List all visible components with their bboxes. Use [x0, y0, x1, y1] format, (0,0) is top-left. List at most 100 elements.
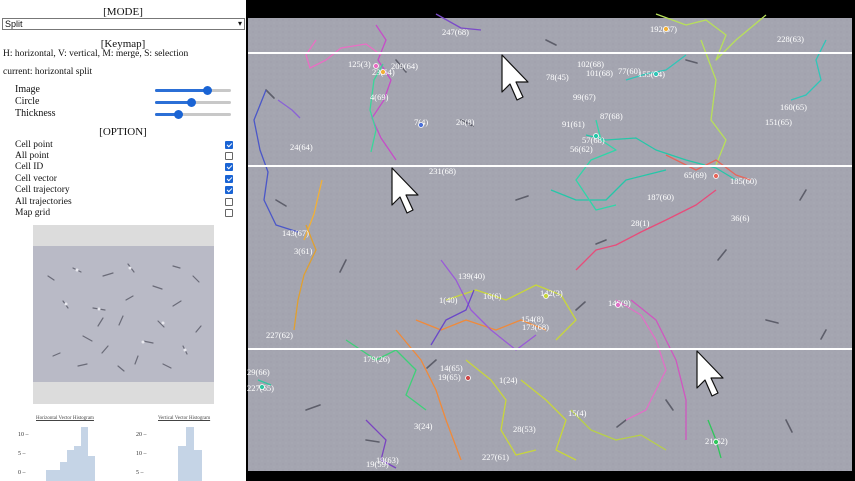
cell-id-label[interactable]: 179(26): [363, 354, 390, 364]
cell-point[interactable]: [653, 71, 659, 77]
cell-id-label[interactable]: 56(62): [570, 144, 593, 154]
slider-handle[interactable]: [202, 86, 212, 95]
cell-id-label[interactable]: 65(69): [684, 170, 707, 180]
cell-id-label[interactable]: 36(6): [731, 213, 750, 223]
cell-id-label[interactable]: 19(65): [438, 372, 461, 382]
cell-id-label[interactable]: 187(60): [647, 192, 674, 202]
cell-id-label[interactable]: 78(45): [546, 72, 569, 82]
cell-id-label[interactable]: 228(63): [777, 34, 804, 44]
mode-dropdown-value: Split: [5, 19, 23, 29]
cell-id-label[interactable]: 99(67): [573, 92, 596, 102]
microscopy-viewer[interactable]: 247(68) 192(67) 228(63) 125(3) 209(64) 2…: [246, 0, 855, 481]
h-hist-bar: [81, 427, 88, 481]
option-label: Cell vector: [15, 174, 57, 184]
cell-id-label[interactable]: 3(61): [294, 246, 313, 256]
option-checkbox[interactable]: [225, 141, 233, 149]
cell-id-label[interactable]: 91(61): [562, 119, 585, 129]
h-tick-label: 10 –: [18, 432, 30, 438]
slider-track[interactable]: [155, 110, 231, 119]
h-hist-bar: [67, 450, 74, 481]
slider-image: Image: [15, 84, 235, 96]
cell-id-label[interactable]: 209(64): [391, 61, 418, 71]
overview-image: [33, 246, 214, 382]
current-mode-text: current: horizontal split: [3, 67, 93, 77]
option-label: All point: [15, 151, 50, 161]
cell-id-label[interactable]: 143(67): [282, 228, 309, 238]
cell-point[interactable]: [543, 293, 549, 299]
cell-id-label[interactable]: 28(53): [513, 424, 536, 434]
cell-id-label[interactable]: 1(40): [439, 295, 458, 305]
cell-id-label[interactable]: 227(62): [266, 330, 293, 340]
cell-id-label[interactable]: 101(68): [586, 68, 613, 78]
cell-id-label[interactable]: 139(40): [458, 271, 485, 281]
v-hist-bar: [178, 446, 186, 481]
h-hist-bar: [60, 462, 67, 481]
cell-point[interactable]: [373, 63, 379, 69]
option-checkbox[interactable]: [225, 198, 233, 206]
cell-id-label[interactable]: 28(1): [631, 218, 650, 228]
cell-point[interactable]: [259, 384, 265, 390]
slider-track[interactable]: [155, 98, 231, 107]
cell-id-label[interactable]: 4(69): [370, 92, 389, 102]
cell-point[interactable]: [465, 375, 471, 381]
cell-id-label[interactable]: 125(3): [348, 59, 371, 69]
cell-id-label[interactable]: 1(24): [499, 375, 518, 385]
cell-id-label[interactable]: 185(60): [730, 176, 757, 186]
option-checkbox[interactable]: [225, 186, 233, 194]
split-line-1[interactable]: [248, 52, 852, 54]
cell-id-label[interactable]: 3(24): [414, 421, 433, 431]
h-tick-label: 0 –: [18, 470, 27, 476]
cell-id-label[interactable]: 16(6): [483, 291, 502, 301]
option-all-point: All point: [15, 151, 233, 162]
option-checkbox[interactable]: [225, 163, 233, 171]
option-section-title: [OPTION]: [99, 126, 147, 138]
option-checkbox[interactable]: [225, 152, 233, 160]
split-line-3[interactable]: [248, 348, 852, 350]
slider-track[interactable]: [155, 86, 231, 95]
option-cell-trajectory: Cell trajectory: [15, 185, 233, 196]
split-line-2[interactable]: [248, 165, 852, 167]
cell-id-label[interactable]: 87(68): [600, 111, 623, 121]
keymap-text: H: horizontal, V: vertical, M: merge, S:…: [3, 49, 189, 59]
cell-id-label[interactable]: 247(68): [442, 27, 469, 37]
cell-point[interactable]: [615, 302, 621, 308]
slider-thickness: Thickness: [15, 108, 235, 120]
tracking-canvas[interactable]: 247(68) 192(67) 228(63) 125(3) 209(64) 2…: [246, 0, 855, 481]
slider-handle[interactable]: [187, 98, 197, 107]
cell-point[interactable]: [663, 26, 669, 32]
cell-id-label[interactable]: 151(65): [765, 117, 792, 127]
cell-id-label[interactable]: 160(65): [780, 102, 807, 112]
slider-label: Thickness: [15, 108, 56, 119]
cell-id-label[interactable]: 173(68): [522, 322, 549, 332]
h-hist-bar: [74, 446, 81, 481]
option-checkbox[interactable]: [225, 209, 233, 217]
mode-dropdown[interactable]: Split ▾: [2, 18, 245, 30]
cell-id-label[interactable]: 155(64): [638, 69, 665, 79]
cell-id-label[interactable]: 26(8): [456, 117, 475, 127]
cell-id-label[interactable]: 15(4): [568, 408, 587, 418]
cell-point[interactable]: [713, 173, 719, 179]
microscope-image: [248, 18, 852, 471]
v-hist-bar: [186, 427, 194, 481]
slider-circle: Circle: [15, 96, 235, 108]
option-all-trajectories: All trajectories: [15, 197, 233, 208]
option-label: Cell point: [15, 140, 53, 150]
option-label: Map grid: [15, 208, 51, 218]
v-tick-label: 5 –: [136, 470, 145, 476]
cell-id-label[interactable]: 24(64): [290, 142, 313, 152]
option-label: Cell trajectory: [15, 185, 70, 195]
cell-id-label[interactable]: 227(61): [482, 452, 509, 462]
slider-handle[interactable]: [173, 110, 183, 119]
cell-id-label[interactable]: 29(66): [247, 367, 270, 377]
cell-id-label[interactable]: 19(59): [366, 459, 389, 469]
option-checkbox[interactable]: [225, 175, 233, 183]
option-label: All trajectories: [15, 197, 72, 207]
cell-point[interactable]: [418, 122, 424, 128]
cell-point[interactable]: [380, 69, 386, 75]
cell-point[interactable]: [713, 439, 719, 445]
slider-fill: [155, 101, 192, 104]
cell-id-label[interactable]: 231(68): [429, 166, 456, 176]
overview-minimap[interactable]: [33, 225, 214, 404]
cell-point[interactable]: [593, 133, 599, 139]
option-cell-point: Cell point: [15, 140, 233, 151]
